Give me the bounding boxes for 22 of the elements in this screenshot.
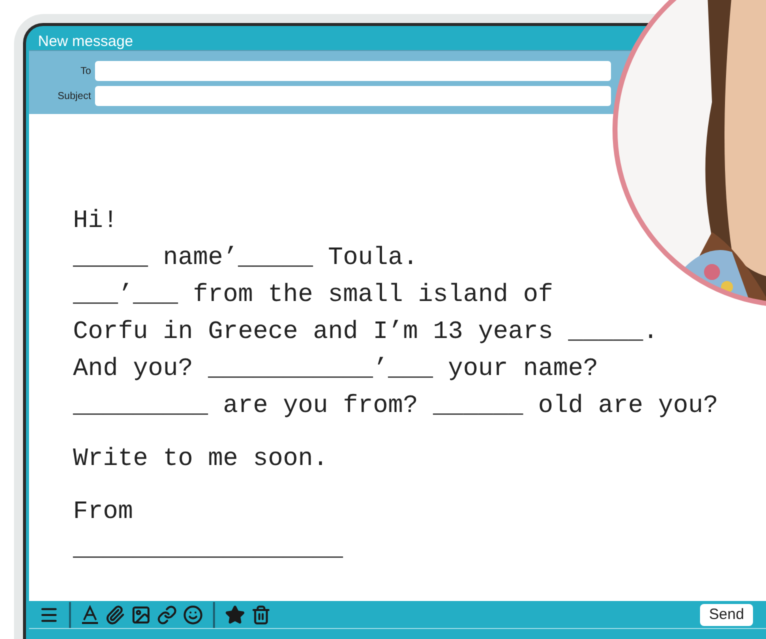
message-line: ___’___ from the small island of [73,279,554,311]
window-title: New message [38,34,134,48]
smiley-icon[interactable] [183,604,203,624]
image-icon[interactable] [131,604,151,624]
message-line: From [73,496,134,528]
star-icon[interactable] [225,604,245,624]
message-line: Corfu in Greece and I’m 13 years _____. [73,316,660,348]
paperclip-icon[interactable] [105,604,125,624]
link-icon[interactable] [157,604,177,624]
message-line: _____ name’_____ Toula. [73,242,420,274]
field-label: To [79,64,91,78]
message-line: And you? ___________’___ your name? [73,353,600,385]
text-format-icon[interactable] [81,604,99,624]
input-field[interactable] [95,61,611,81]
message-line: _________ are you from? ______ old are you? [73,390,720,422]
send-button[interactable]: Send [700,604,754,626]
input-field[interactable] [95,86,611,106]
trash-icon[interactable] [251,604,271,624]
message-line: __________________ [73,533,344,565]
field-label: Subject [56,90,91,104]
message-line: Write to me soon. [73,443,330,475]
message-line: Hi! [73,205,120,237]
